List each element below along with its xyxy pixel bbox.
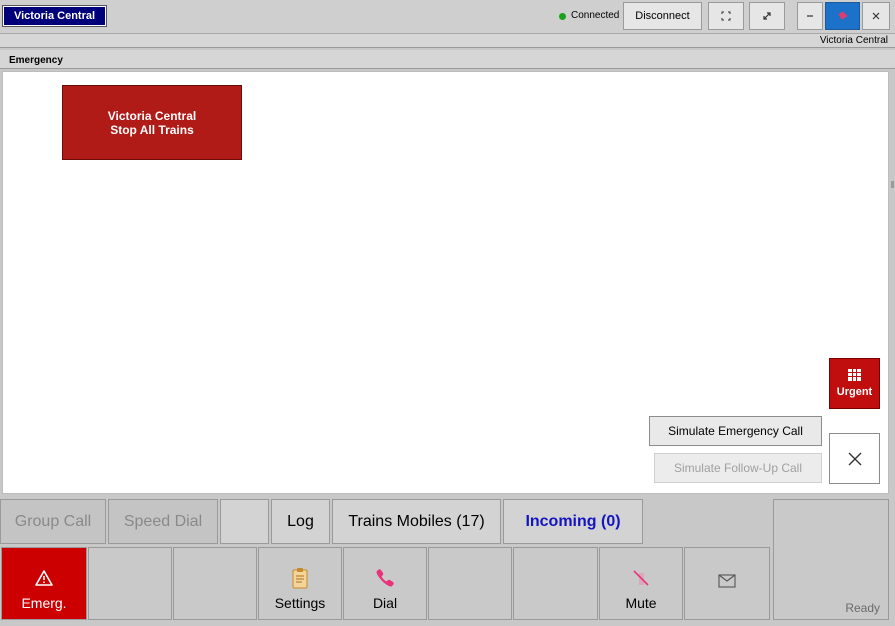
warning-icon: [34, 567, 54, 589]
emergency-button-label: Emerg.: [21, 595, 67, 611]
tile-line-1: Victoria Central: [107, 108, 197, 123]
tab-incoming[interactable]: Incoming (0): [503, 499, 643, 544]
urgent-button[interactable]: Urgent: [829, 358, 880, 409]
stop-all-trains-button[interactable]: Victoria Central Stop All Trains: [62, 85, 242, 160]
app-title: Victoria Central: [2, 5, 107, 27]
panel-title: Emergency: [9, 55, 63, 66]
urgent-label: Urgent: [836, 386, 873, 398]
envelope-icon: [718, 570, 736, 592]
settings-button[interactable]: Settings: [258, 547, 342, 620]
expand-button[interactable]: [749, 2, 785, 30]
mute-button[interactable]: Mute: [599, 547, 683, 620]
close-icon: [848, 452, 861, 465]
connection-status-label: Connected: [571, 10, 620, 21]
fullscreen-button[interactable]: [708, 2, 744, 30]
ready-status: Ready: [845, 601, 880, 615]
blank-button-4[interactable]: [513, 547, 598, 620]
minimize-icon: [807, 15, 813, 17]
connection-status-dot: [559, 13, 566, 20]
simulate-emergency-call-button[interactable]: Simulate Emergency Call: [649, 416, 822, 446]
blank-button-2[interactable]: [173, 547, 257, 620]
status-panel: Ready: [773, 499, 889, 620]
close-button[interactable]: [862, 2, 890, 30]
tab-log[interactable]: Log: [271, 499, 330, 544]
scrollbar[interactable]: [891, 181, 894, 188]
tile-line-2: Stop All Trains: [110, 122, 194, 137]
message-button[interactable]: [684, 547, 770, 620]
pin-icon: [837, 11, 848, 20]
expand-icon: [763, 12, 771, 20]
location-bar: Victoria Central: [0, 34, 895, 48]
dial-button[interactable]: Dial: [343, 547, 427, 620]
pin-button[interactable]: [825, 2, 860, 30]
blank-button-3[interactable]: [428, 547, 512, 620]
tab-blank[interactable]: [220, 499, 269, 544]
mute-icon: [631, 567, 651, 589]
emergency-button[interactable]: Emerg.: [1, 547, 87, 620]
dial-button-label: Dial: [372, 595, 398, 611]
settings-button-label: Settings: [274, 595, 326, 611]
panel-header: Emergency: [0, 50, 895, 69]
blank-button-1[interactable]: [88, 547, 172, 620]
grid-icon: [848, 369, 861, 381]
disconnect-button[interactable]: Disconnect: [623, 2, 702, 30]
tab-trains-mobiles[interactable]: Trains Mobiles (17): [332, 499, 501, 544]
dismiss-button[interactable]: [829, 433, 880, 484]
minimize-button[interactable]: [797, 2, 823, 30]
clipboard-icon: [291, 567, 309, 589]
simulate-follow-up-call-button[interactable]: Simulate Follow-Up Call: [654, 453, 822, 483]
phone-icon: [374, 567, 396, 589]
tab-speed-dial[interactable]: Speed Dial: [108, 499, 218, 544]
location-label: Victoria Central: [819, 35, 888, 46]
tab-group-call[interactable]: Group Call: [0, 499, 106, 544]
close-icon: [872, 12, 880, 20]
mute-button-label: Mute: [625, 595, 657, 611]
fullscreen-icon: [721, 11, 731, 21]
